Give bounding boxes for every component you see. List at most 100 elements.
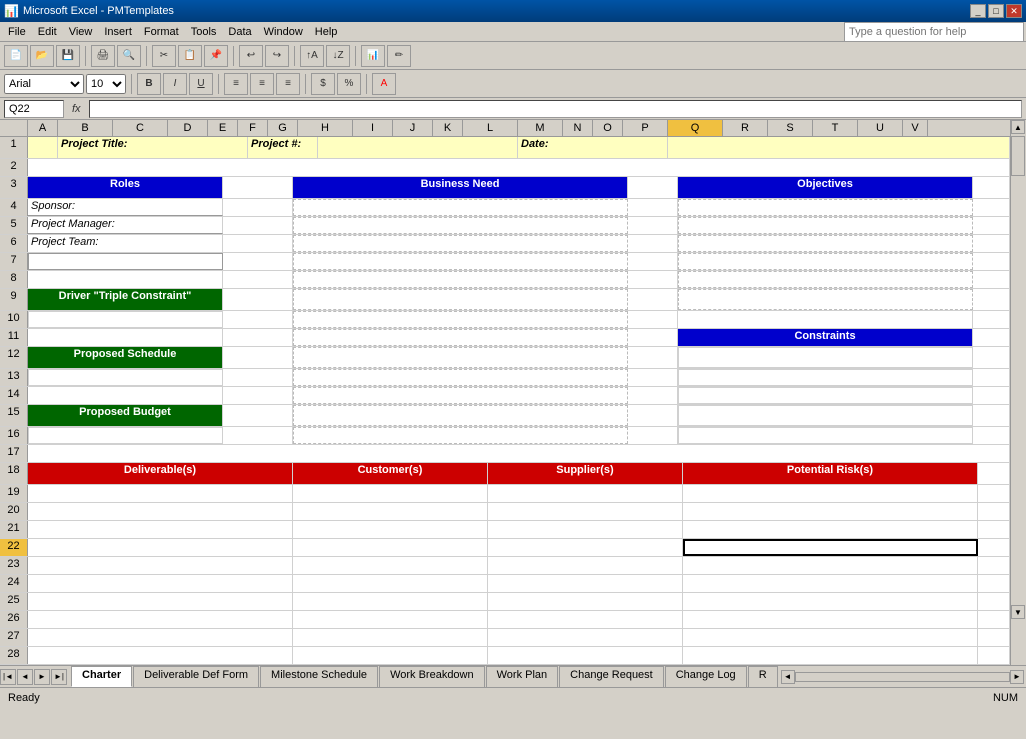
col-header-m[interactable]: M: [518, 120, 563, 136]
cell-d12[interactable]: [223, 347, 293, 368]
cell-p7[interactable]: [628, 253, 678, 270]
underline-button[interactable]: U: [189, 73, 213, 95]
col-header-g[interactable]: G: [268, 120, 298, 136]
cell-p16[interactable]: [628, 427, 678, 444]
open-button[interactable]: 📂: [30, 45, 54, 67]
help-search-input[interactable]: [844, 22, 1024, 42]
tab-next-button[interactable]: ►: [34, 669, 50, 685]
font-family-select[interactable]: Arial: [4, 74, 84, 94]
cell-business6[interactable]: [293, 235, 628, 252]
cell-sup26[interactable]: [488, 611, 683, 628]
col-header-h[interactable]: H: [298, 120, 353, 136]
cell-risk25[interactable]: [683, 593, 978, 610]
cell-obj6[interactable]: [678, 235, 973, 252]
cell-sup19[interactable]: [488, 485, 683, 502]
tab-r[interactable]: R: [748, 666, 778, 687]
cell-constraint12[interactable]: [678, 347, 973, 368]
cell-del26[interactable]: [28, 611, 293, 628]
cell-v18[interactable]: [978, 463, 1010, 484]
cell-schedule-header[interactable]: Proposed Schedule: [28, 347, 223, 368]
cell-customers-header[interactable]: Customer(s): [293, 463, 488, 484]
cell-r1-rest[interactable]: [668, 137, 1010, 158]
tab-change-log[interactable]: Change Log: [665, 666, 747, 687]
col-header-p[interactable]: P: [623, 120, 668, 136]
cell-d11[interactable]: [223, 329, 293, 346]
redo-button[interactable]: ↪: [265, 45, 289, 67]
cell-v16[interactable]: [973, 427, 1010, 444]
cell-d6[interactable]: [223, 235, 293, 252]
cell-d14[interactable]: [223, 387, 293, 404]
minimize-button[interactable]: _: [970, 4, 986, 18]
cell-del24[interactable]: [28, 575, 293, 592]
cell-p15[interactable]: [628, 405, 678, 426]
cell-sup28[interactable]: [488, 647, 683, 664]
cell-deliverables-header[interactable]: Deliverable(s): [28, 463, 293, 484]
cell-del20[interactable]: [28, 503, 293, 520]
cell-v4[interactable]: [973, 199, 1010, 216]
col-header-l[interactable]: L: [463, 120, 518, 136]
cell-v13[interactable]: [973, 369, 1010, 386]
cell-obj4[interactable]: [678, 199, 973, 216]
maximize-button[interactable]: □: [988, 4, 1004, 18]
cell-v3[interactable]: [973, 177, 1010, 198]
cell-obj9[interactable]: [678, 289, 973, 310]
cell-business9[interactable]: [293, 289, 628, 310]
col-header-s[interactable]: S: [768, 120, 813, 136]
cell-v23[interactable]: [978, 557, 1010, 574]
col-header-k[interactable]: K: [433, 120, 463, 136]
cell-del23[interactable]: [28, 557, 293, 574]
cell-a10[interactable]: [28, 311, 223, 328]
cell-business8[interactable]: [293, 271, 628, 288]
tab-prev-button[interactable]: ◄: [17, 669, 33, 685]
cell-business14[interactable]: [293, 387, 628, 404]
cell-cust26[interactable]: [293, 611, 488, 628]
cell-risk21[interactable]: [683, 521, 978, 538]
menu-format[interactable]: Format: [138, 25, 185, 39]
cell-d16[interactable]: [223, 427, 293, 444]
cell-roles-header[interactable]: Roles: [28, 177, 223, 198]
cell-v21[interactable]: [978, 521, 1010, 538]
cell-d8[interactable]: [223, 271, 293, 288]
cell-budget-header[interactable]: Proposed Budget: [28, 405, 223, 426]
scroll-thumb[interactable]: [1011, 136, 1025, 176]
cell-business-need-header[interactable]: Business Need: [293, 177, 628, 198]
italic-button[interactable]: I: [163, 73, 187, 95]
cell-v19[interactable]: [978, 485, 1010, 502]
currency-button[interactable]: $: [311, 73, 335, 95]
tab-last-button[interactable]: ►|: [51, 669, 67, 685]
tab-work-plan[interactable]: Work Plan: [486, 666, 559, 687]
col-header-n[interactable]: N: [563, 120, 593, 136]
cell-cust19[interactable]: [293, 485, 488, 502]
cell-p5[interactable]: [628, 217, 678, 234]
chart-button[interactable]: 📊: [361, 45, 385, 67]
menu-tools[interactable]: Tools: [185, 25, 223, 39]
scroll-down-button[interactable]: ▼: [1011, 605, 1025, 619]
cell-risks-header[interactable]: Potential Risk(s): [683, 463, 978, 484]
menu-window[interactable]: Window: [258, 25, 309, 39]
cell-obj10[interactable]: [678, 311, 973, 328]
cell-cust27[interactable]: [293, 629, 488, 646]
cell-sup24[interactable]: [488, 575, 683, 592]
cell-objectives-header[interactable]: Objectives: [678, 177, 973, 198]
cell-cust20[interactable]: [293, 503, 488, 520]
cell-obj5[interactable]: [678, 217, 973, 234]
tab-navigation[interactable]: |◄ ◄ ► ►|: [0, 666, 67, 687]
menu-data[interactable]: Data: [222, 25, 257, 39]
cell-p9[interactable]: [628, 289, 678, 310]
scroll-up-button[interactable]: ▲: [1011, 120, 1025, 134]
cell-business10[interactable]: [293, 311, 628, 328]
cell-v25[interactable]: [978, 593, 1010, 610]
cell-v14[interactable]: [973, 387, 1010, 404]
col-header-e[interactable]: E: [208, 120, 238, 136]
cell-p14[interactable]: [628, 387, 678, 404]
cell-business16[interactable]: [293, 427, 628, 444]
cell-sup20[interactable]: [488, 503, 683, 520]
cell-risk23[interactable]: [683, 557, 978, 574]
drawing-button[interactable]: ✏: [387, 45, 411, 67]
cell-p3[interactable]: [628, 177, 678, 198]
cell-a7[interactable]: [28, 253, 223, 270]
cell-cust28[interactable]: [293, 647, 488, 664]
print-button[interactable]: 🖨: [91, 45, 115, 67]
cell-b1-project-title[interactable]: Project Title:: [58, 137, 248, 158]
cell-sup21[interactable]: [488, 521, 683, 538]
